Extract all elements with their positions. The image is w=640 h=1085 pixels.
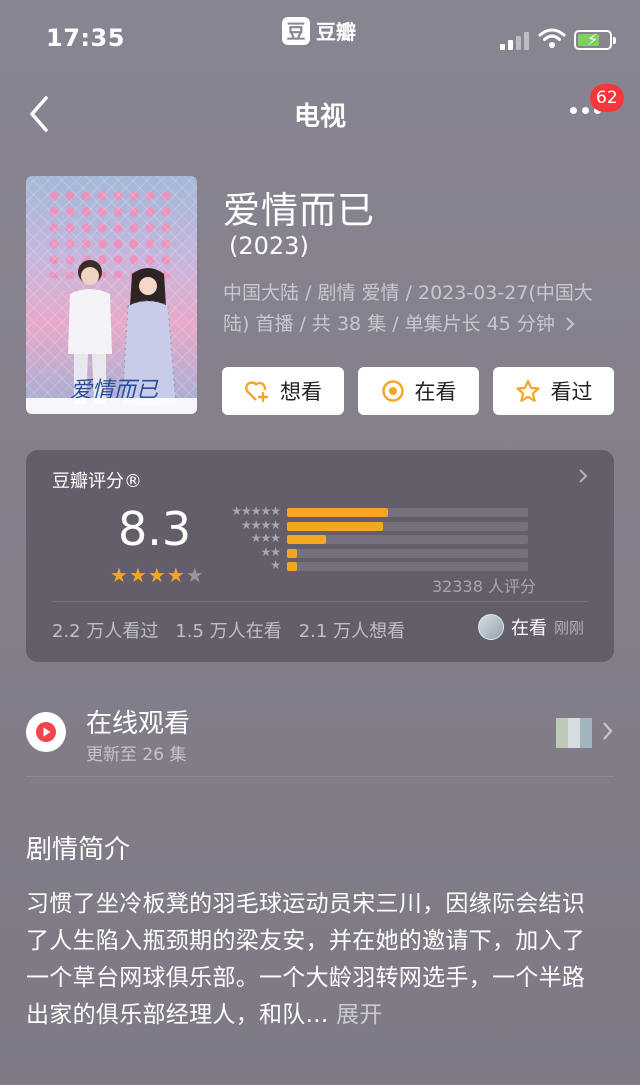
my-status-label: 在看	[511, 618, 547, 639]
battery-charging-icon: ⚡	[574, 30, 616, 50]
star-icon: ★	[128, 563, 147, 587]
douban-logo-icon: 豆	[282, 16, 310, 45]
watched-label: 看过	[550, 380, 593, 404]
my-status[interactable]: 在看 刚刚	[478, 614, 584, 640]
platform-thumbnail[interactable]	[556, 718, 592, 748]
distribution-row: ★★	[216, 544, 532, 561]
distribution-stars: ★★★	[250, 531, 281, 546]
distribution-bar	[287, 535, 326, 545]
show-title: 爱情而已	[223, 189, 375, 232]
divider	[52, 601, 588, 602]
watching-count: 1.5 万人在看	[175, 621, 282, 642]
avatar	[478, 614, 504, 640]
distribution-bar	[287, 548, 297, 558]
want-count: 2.1 万人想看	[298, 621, 406, 642]
rating-score: 8.3	[118, 502, 192, 556]
watch-chevron-icon[interactable]	[602, 720, 614, 742]
star-icon: ★	[166, 563, 185, 587]
synopsis-text: 习惯了坐冷板凳的羽毛球运动员宋三川，因缘际会结识了人生陷入瓶颈期的梁友安，并在她…	[26, 886, 606, 1034]
play-icon[interactable]	[26, 712, 66, 752]
notification-badge: 62	[590, 84, 624, 112]
wifi-icon	[538, 28, 566, 48]
online-watch-subtitle: 更新至 26 集	[86, 745, 187, 765]
distribution-stars: ★★★★★	[231, 504, 281, 518]
online-watch-title[interactable]: 在线观看	[86, 703, 190, 740]
meta-chevron-icon	[566, 317, 575, 331]
watched-count: 2.2 万人看过	[52, 621, 159, 642]
status-time: 17:35	[46, 24, 125, 52]
distribution-bar	[287, 562, 297, 572]
watching-button[interactable]: 在看	[358, 367, 479, 415]
rating-label: 豆瓣评分®	[52, 471, 142, 492]
want-to-watch-label: 想看	[280, 380, 322, 404]
synopsis-body: 习惯了坐冷板凳的羽毛球运动员宋三川，因缘际会结识了人生陷入瓶颈期的梁友安，并在她…	[26, 891, 586, 1028]
audience-stats: 2.2 万人看过 1.5 万人在看 2.1 万人想看	[52, 617, 405, 643]
my-status-time: 刚刚	[554, 618, 585, 637]
star-icon: ★	[147, 563, 166, 587]
rating-count: 32338 人评分	[432, 577, 536, 596]
rating-stars: ★ ★ ★ ★ ★	[110, 565, 204, 585]
status-bar: 17:35 豆 豆瓣 ⚡	[0, 0, 640, 70]
synopsis-heading: 剧情简介	[26, 835, 131, 865]
rating-card[interactable]: 豆瓣评分® 8.3 ★ ★ ★ ★ ★ ★★★★★ ★★★★ ★★★ ★★ ★	[26, 450, 614, 662]
star-outline-icon	[515, 379, 540, 402]
distribution-row: ★	[216, 558, 532, 574]
rating-distribution: ★★★★★ ★★★★ ★★★ ★★ ★	[216, 504, 532, 574]
distribution-stars: ★★★★	[240, 517, 281, 532]
show-meta[interactable]: 中国大陆 / 剧情 爱情 / 2023-03-27(中国大陆) 首播 / 共 3…	[223, 278, 593, 340]
star-icon: ★	[185, 563, 204, 587]
star-icon: ★	[110, 563, 128, 587]
show-meta-text: 中国大陆 / 剧情 爱情 / 2023-03-27(中国大陆) 首播 / 共 3…	[223, 282, 593, 335]
rating-chevron-icon	[579, 469, 588, 483]
watching-label: 在看	[414, 380, 457, 404]
expand-link[interactable]: 展开	[336, 1002, 383, 1028]
page-title: 电视	[293, 102, 346, 132]
distribution-stars: ★	[270, 558, 281, 573]
distribution-bar	[287, 508, 389, 517]
target-icon	[381, 380, 404, 402]
status-app-name: 豆瓣	[316, 20, 356, 44]
heart-plus-icon	[245, 381, 269, 403]
want-to-watch-button[interactable]: 想看	[222, 367, 344, 415]
divider	[26, 776, 614, 777]
poster-image[interactable]: 爱情而已	[26, 176, 197, 414]
show-year: (2023)	[229, 232, 309, 260]
watched-button[interactable]: 看过	[493, 367, 614, 415]
distribution-stars: ★★	[260, 544, 280, 559]
play-triangle-icon	[36, 722, 56, 742]
signal-icon	[500, 30, 532, 50]
status-app: 豆 豆瓣	[282, 16, 356, 45]
distribution-bar	[287, 521, 384, 531]
